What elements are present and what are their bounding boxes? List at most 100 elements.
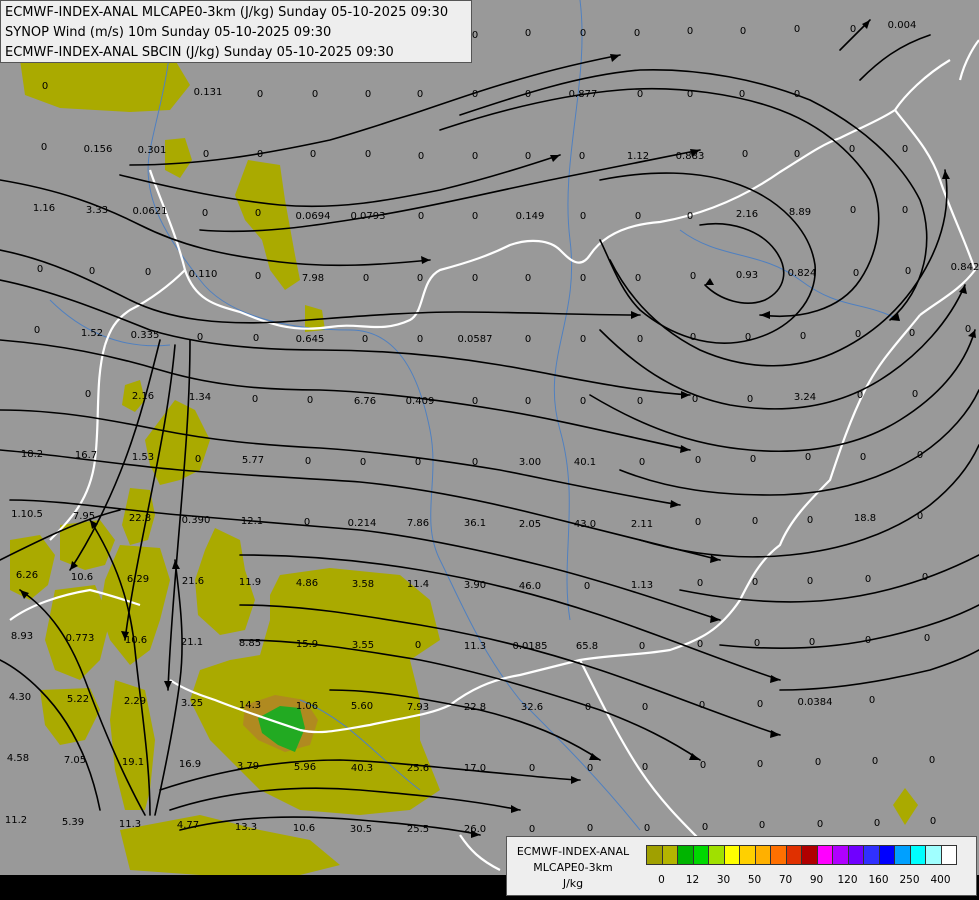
station-value: 0 bbox=[472, 211, 478, 222]
station-value: 0 bbox=[525, 89, 531, 100]
station-value: 0.214 bbox=[348, 518, 377, 529]
station-value: 0 bbox=[203, 149, 209, 160]
station-value: 3.00 bbox=[519, 457, 541, 468]
station-value: 10.6 bbox=[293, 823, 315, 834]
station-value: 0 bbox=[257, 149, 263, 160]
station-value: 0 bbox=[365, 89, 371, 100]
station-value: 0 bbox=[587, 763, 593, 774]
station-value: 0 bbox=[807, 576, 813, 587]
station-value: 0 bbox=[853, 268, 859, 279]
station-value: 10.6 bbox=[71, 572, 93, 583]
station-value: 0 bbox=[85, 389, 91, 400]
station-value: 15.9 bbox=[296, 639, 318, 650]
station-value: 0 bbox=[929, 755, 935, 766]
legend-tick-label: 70 bbox=[778, 874, 793, 886]
station-value: 11.3 bbox=[464, 641, 486, 652]
station-value: 0 bbox=[642, 702, 648, 713]
station-value: 0.149 bbox=[516, 211, 545, 222]
weather-map[interactable]: 0 0.131 0 0 0 0 0 0 0.877 0 0 0 0 0.004 0 0.156 0.301 0 0 0… bbox=[0, 0, 979, 900]
station-value: 3.79 bbox=[237, 761, 259, 772]
title-line-2: SYNOP Wind (m/s) 10m Sunday 05-10-2025 0… bbox=[5, 25, 332, 40]
station-value: 0 bbox=[639, 641, 645, 652]
station-value: 0 bbox=[417, 273, 423, 284]
station-value: 46.0 bbox=[519, 581, 541, 592]
station-value: 43.0 bbox=[574, 519, 596, 530]
station-value: 11.3 bbox=[119, 819, 141, 830]
station-value: 1.53 bbox=[132, 452, 154, 463]
station-value: 0 bbox=[644, 823, 650, 834]
station-value: 0.301 bbox=[138, 145, 167, 156]
station-value: 0.390 bbox=[182, 515, 211, 526]
legend-swatch bbox=[785, 845, 802, 865]
station-value: 0 bbox=[860, 452, 866, 463]
station-value: 0 bbox=[965, 324, 971, 335]
legend-swatch bbox=[832, 845, 849, 865]
station-value: 32.6 bbox=[521, 702, 543, 713]
station-value: 1.52 bbox=[81, 328, 103, 339]
station-value: 21.1 bbox=[181, 637, 203, 648]
station-value: 0 bbox=[850, 205, 856, 216]
legend-swatch bbox=[909, 845, 926, 865]
station-value: 0 bbox=[255, 271, 261, 282]
station-value: 0 bbox=[865, 635, 871, 646]
station-value: 0 bbox=[202, 208, 208, 219]
station-value: 0 bbox=[253, 333, 259, 344]
station-value: 7.05 bbox=[64, 755, 86, 766]
station-value: 4.30 bbox=[9, 692, 31, 703]
station-value: 0 bbox=[195, 454, 201, 465]
station-value: 16.7 bbox=[75, 450, 97, 461]
legend-swatch bbox=[863, 845, 880, 865]
station-value: 0 bbox=[42, 81, 48, 92]
station-value: 0 bbox=[687, 89, 693, 100]
station-value: 5.60 bbox=[351, 701, 373, 712]
title-line-3: ECMWF-INDEX-ANAL SBCIN (J/kg) Sunday 05-… bbox=[5, 45, 394, 60]
station-value: 0 bbox=[415, 640, 421, 651]
station-value: 0.335 bbox=[131, 330, 160, 341]
station-value: 0 bbox=[360, 457, 366, 468]
station-value: 5.77 bbox=[242, 455, 264, 466]
station-value: 0 bbox=[365, 149, 371, 160]
station-value: 0 bbox=[417, 334, 423, 345]
station-value: 0 bbox=[917, 511, 923, 522]
station-value: 0 bbox=[909, 328, 915, 339]
station-value: 0 bbox=[752, 516, 758, 527]
station-value: 0.93 bbox=[736, 270, 758, 281]
station-value: 0 bbox=[307, 395, 313, 406]
station-value: 0 bbox=[579, 151, 585, 162]
legend-tick-label: 160 bbox=[868, 874, 889, 886]
legend-tick-label: 30 bbox=[716, 874, 731, 886]
station-value: 0 bbox=[525, 396, 531, 407]
station-value: 0 bbox=[794, 89, 800, 100]
station-value: 13.3 bbox=[235, 822, 257, 833]
station-value: 0 bbox=[695, 517, 701, 528]
station-value: 3.33 bbox=[86, 205, 108, 216]
station-value: 0 bbox=[525, 28, 531, 39]
station-value: 0 bbox=[257, 89, 263, 100]
station-value: 22.8 bbox=[129, 513, 151, 524]
station-value: 3.90 bbox=[464, 580, 486, 591]
station-value: 1.12 bbox=[627, 151, 649, 162]
station-value: 65.8 bbox=[576, 641, 598, 652]
legend-tick-label: 12 bbox=[685, 874, 700, 886]
station-value: 0 bbox=[865, 574, 871, 585]
station-value: 0 bbox=[310, 149, 316, 160]
station-value: 0 bbox=[850, 24, 856, 35]
station-value: 4.77 bbox=[177, 820, 199, 831]
station-value: 0 bbox=[525, 273, 531, 284]
station-value: 0.877 bbox=[569, 89, 598, 100]
station-value: 0 bbox=[917, 450, 923, 461]
station-value: 0 bbox=[525, 151, 531, 162]
title-line-1: ECMWF-INDEX-ANAL MLCAPE0-3km (J/kg) Sund… bbox=[5, 5, 449, 20]
station-value: 4.58 bbox=[7, 753, 29, 764]
legend-swatch bbox=[692, 845, 709, 865]
station-value: 0 bbox=[637, 334, 643, 345]
station-value: 0 bbox=[922, 572, 928, 583]
station-value: 26.0 bbox=[464, 824, 486, 835]
station-value: 0 bbox=[312, 89, 318, 100]
station-value: 1.34 bbox=[189, 392, 211, 403]
station-value: 0 bbox=[905, 266, 911, 277]
station-value: 8.93 bbox=[11, 631, 33, 642]
station-value: 0 bbox=[692, 394, 698, 405]
station-value: 0 bbox=[252, 394, 258, 405]
station-value: 0 bbox=[637, 396, 643, 407]
